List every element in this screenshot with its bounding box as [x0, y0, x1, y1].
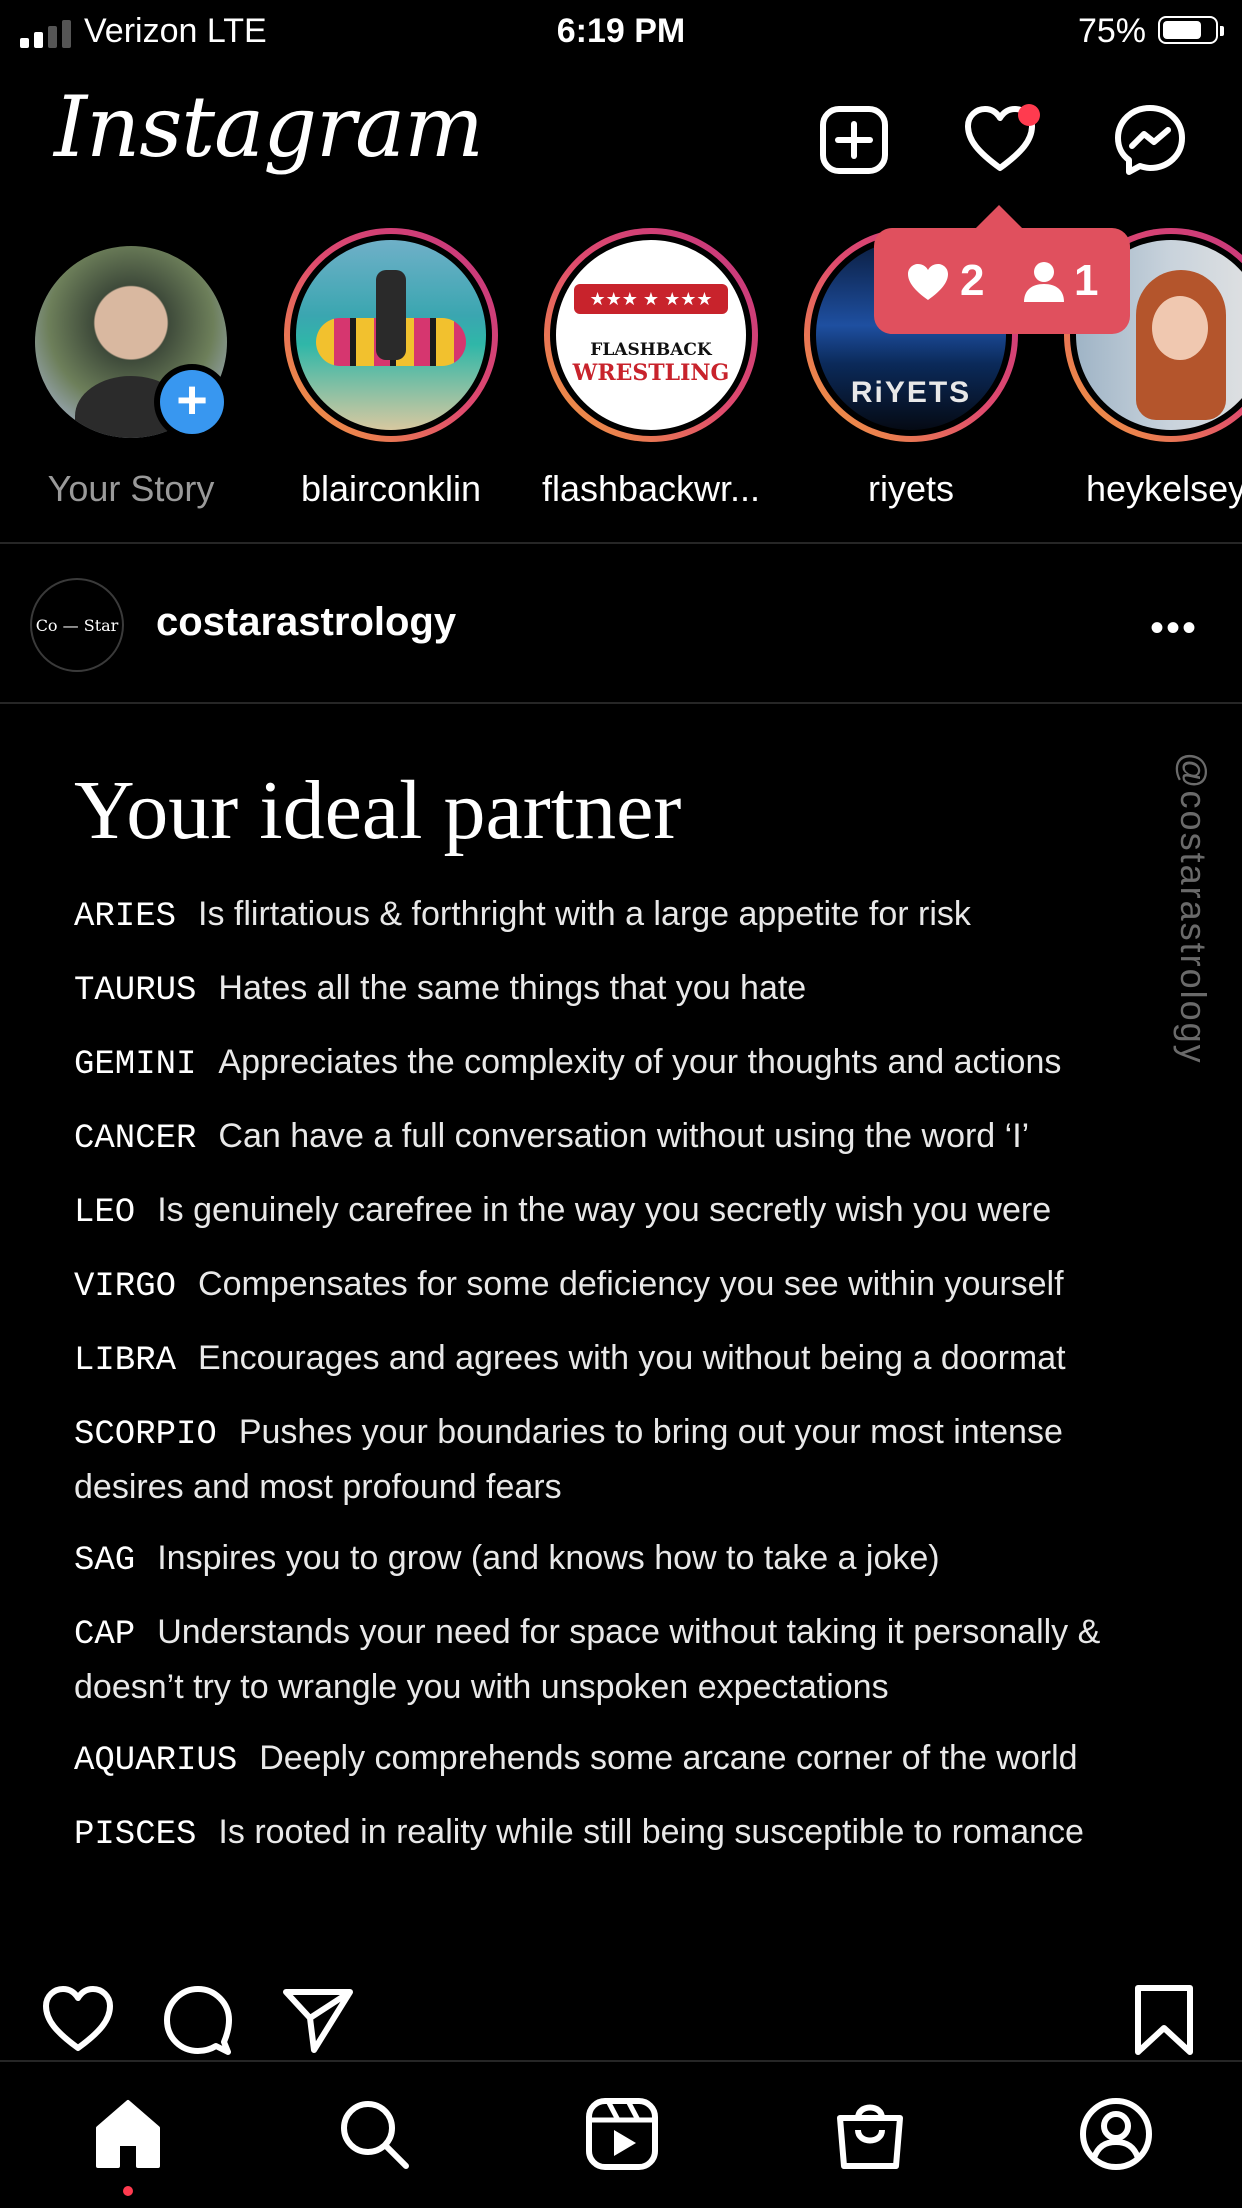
horoscope-text: Appreciates the complexity of your thoug… [218, 1043, 1062, 1081]
horoscope-entry: VIRGO Compensates for some deficiency you… [74, 1258, 1174, 1313]
horoscope-entry: TAURUS Hates all the same things that you… [74, 962, 1174, 1017]
story-avatar: ★★★ ★ ★★★ FLASHBACK WRESTLING [556, 240, 746, 430]
story-avatar [296, 240, 486, 430]
story-name: blairconklin [300, 468, 482, 509]
person-icon [1024, 262, 1064, 302]
horoscope-entry: SCORPIO Pushes your boundaries to bring o… [74, 1406, 1174, 1513]
likes-count: 2 [960, 256, 985, 305]
more-options-icon[interactable]: ••• [1150, 606, 1198, 651]
divider [0, 542, 1242, 544]
search-icon[interactable] [336, 2096, 412, 2172]
horoscope-entry: GEMINI Appreciates the complexity of your… [74, 1036, 1174, 1091]
zodiac-sign: VIRGO [74, 1268, 177, 1306]
post-author-avatar[interactable]: Co — Star [30, 578, 124, 672]
horoscope-text: Is rooted in reality while still being s… [218, 1813, 1084, 1851]
zodiac-sign: SAG [74, 1542, 136, 1580]
story-blairconklin[interactable]: blairconklin [276, 228, 506, 518]
horoscope-text: Compensates for some deficiency you see … [198, 1265, 1064, 1303]
save-icon[interactable] [1128, 1984, 1200, 2056]
horoscope-entry: CAP Understands your need for space witho… [74, 1606, 1174, 1713]
story-your-story[interactable]: + Your Story [16, 228, 246, 518]
clock: 6:19 PM [556, 12, 686, 50]
horoscope-text: Hates all the same things that you hate [218, 969, 807, 1007]
horoscope-entry: LIBRA Encourages and agrees with you with… [74, 1332, 1174, 1387]
watermark: @costarastrology [1173, 752, 1214, 1065]
horoscope-entry: PISCES Is rooted in reality while still b… [74, 1806, 1174, 1861]
comment-icon[interactable] [162, 1984, 234, 2056]
add-story-icon[interactable]: + [160, 370, 224, 434]
story-name: heykelsey [1086, 468, 1242, 509]
activity-popup[interactable]: 2 1 [874, 204, 1130, 334]
horoscope-text: Is genuinely carefree in the way you sec… [157, 1191, 1052, 1229]
battery-percent: 75% [1077, 12, 1146, 50]
post-title: Your ideal partner [74, 764, 682, 857]
notification-dot [1018, 104, 1040, 126]
profile-icon[interactable] [1078, 2096, 1154, 2172]
zodiac-sign: TAURUS [74, 972, 197, 1010]
messenger-icon[interactable] [1114, 104, 1186, 176]
zodiac-sign: ARIES [74, 898, 177, 936]
story-name: riyets [867, 468, 954, 509]
zodiac-sign: CANCER [74, 1120, 197, 1158]
zodiac-sign: CAP [74, 1616, 136, 1654]
zodiac-sign: LIBRA [74, 1342, 177, 1380]
reels-icon[interactable] [584, 2096, 660, 2172]
zodiac-sign: GEMINI [74, 1046, 197, 1084]
horoscope-text: Is flirtatious & forthright with a large… [198, 895, 971, 933]
horoscope-text: Can have a full conversation without usi… [218, 1117, 1030, 1155]
shop-icon[interactable] [832, 2096, 908, 2172]
battery-icon [1158, 16, 1224, 44]
new-post-icon[interactable] [818, 104, 890, 176]
heart-icon [908, 264, 948, 300]
horoscope-text: Understands your need for space without … [74, 1613, 1101, 1706]
horoscope-text: Pushes your boundaries to bring out your… [74, 1413, 1063, 1506]
star-icon: ★★★ ★ ★★★ [574, 284, 728, 314]
divider [0, 702, 1242, 704]
instagram-logo[interactable]: Instagram [54, 78, 484, 176]
zodiac-sign: AQUARIUS [74, 1742, 238, 1780]
zodiac-sign: SCORPIO [74, 1416, 217, 1454]
story-name: Your Story [47, 468, 215, 509]
horoscope-entry: LEO Is genuinely carefree in the way you … [74, 1184, 1174, 1239]
horoscope-entry: SAG Inspires you to grow (and knows how t… [74, 1532, 1174, 1587]
story-name: flashbackwr... [541, 468, 761, 509]
horoscope-entry: AQUARIUS Deeply comprehends some arcane c… [74, 1732, 1174, 1787]
horoscope-entry: CANCER Can have a full conversation witho… [74, 1110, 1174, 1165]
horoscope-text: Encourages and agrees with you without b… [198, 1339, 1066, 1377]
home-icon[interactable] [90, 2096, 166, 2172]
zodiac-sign: LEO [74, 1194, 136, 1232]
like-icon[interactable] [42, 1984, 114, 2056]
share-icon[interactable] [282, 1984, 354, 2056]
status-bar: Verizon LTE 6:19 PM 75% [0, 0, 1242, 62]
horoscope-entry: ARIES Is flirtatious & forthright with a … [74, 888, 1174, 943]
post-username[interactable]: costarastrology [156, 600, 456, 645]
story-flashbackwrestling[interactable]: ★★★ ★ ★★★ FLASHBACK WRESTLING flashbackw… [536, 228, 766, 518]
follows-count: 1 [1074, 256, 1099, 305]
notification-dot [123, 2186, 133, 2196]
tab-bar [0, 2060, 1242, 2208]
horoscope-text: Inspires you to grow (and knows how to t… [157, 1539, 940, 1577]
zodiac-sign: PISCES [74, 1816, 197, 1854]
horoscope-text: Deeply comprehends some arcane corner of… [259, 1739, 1078, 1777]
